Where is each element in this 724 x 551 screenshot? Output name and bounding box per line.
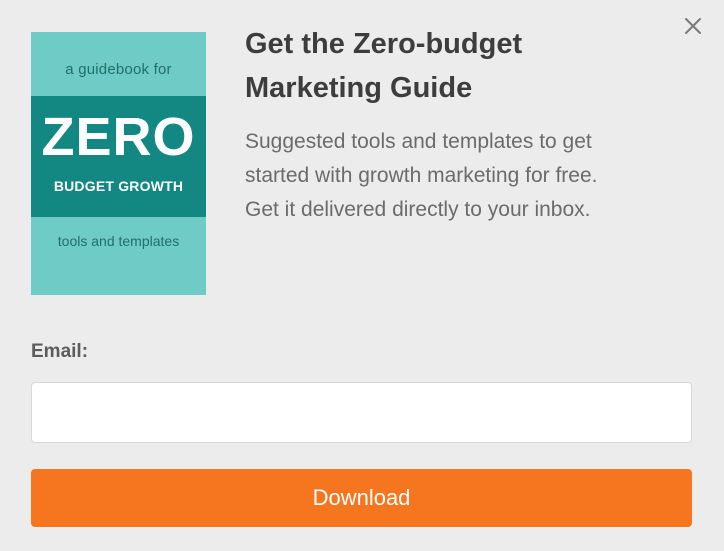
modal-description-line: started with growth marketing for free. [245, 164, 598, 187]
book-cover-subheadline: BUDGET GROWTH [53, 178, 184, 194]
close-icon[interactable] [681, 14, 705, 38]
modal-description-line: Suggested tools and templates to get [245, 130, 592, 153]
download-button[interactable]: Download [31, 469, 692, 527]
modal-description: Suggested tools and templates to get sta… [245, 125, 695, 227]
book-cover-headline: ZERO [41, 107, 196, 167]
book-cover-image: a guidebook for ZERO BUDGET GROWTH tools… [31, 32, 206, 295]
download-guide-modal: a guidebook for ZERO BUDGET GROWTH tools… [0, 0, 724, 551]
modal-title-line: Get the Zero-budget [245, 28, 523, 60]
book-cover-top-text: a guidebook for [65, 61, 172, 78]
modal-title: Get the Zero-budget Marketing Guide [245, 22, 665, 110]
modal-title-line: Marketing Guide [245, 72, 473, 104]
email-field[interactable] [31, 382, 692, 443]
book-cover-band: ZERO BUDGET GROWTH [31, 96, 206, 217]
email-label: Email: [31, 341, 89, 362]
book-cover-bottom-text: tools and templates [57, 233, 180, 249]
modal-description-line: Get it delivered directly to your inbox. [245, 198, 591, 221]
